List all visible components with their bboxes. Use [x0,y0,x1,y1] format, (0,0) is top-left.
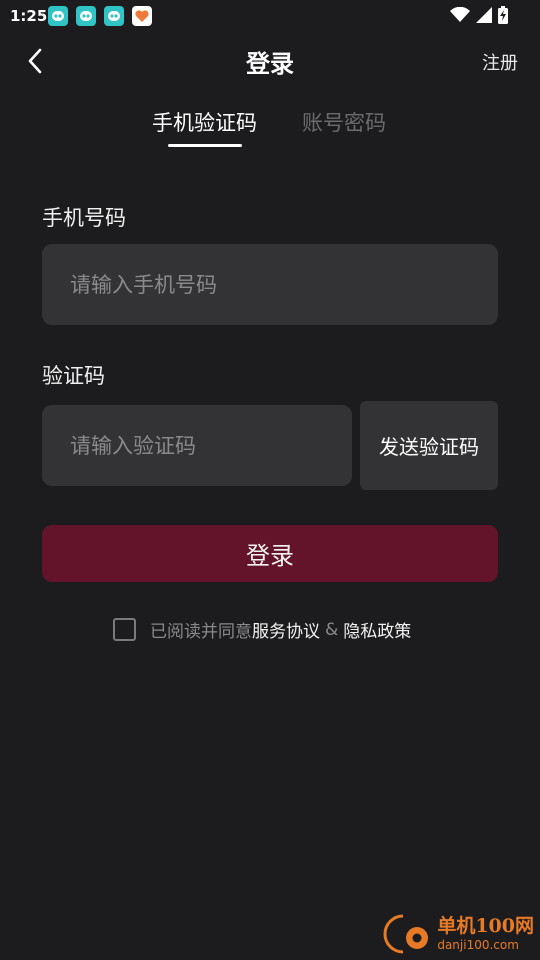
app-notification-icon [48,6,68,26]
agreement-prefix: 已阅读并同意 [150,622,252,642]
phone-label: 手机号码 [42,206,126,230]
heart-app-icon [132,6,152,26]
battery-icon [498,6,508,24]
watermark-logo-icon [381,912,433,956]
app-notification-icon [104,6,124,26]
tab-account-password[interactable]: 账号密码 [302,107,386,137]
watermark-url: danji100.com [437,938,519,952]
status-bar: 1:25 [0,0,540,32]
page-title: 登录 [246,50,294,78]
tab-phone-code[interactable]: 手机验证码 [152,107,257,137]
privacy-policy-link[interactable]: 隐私政策 [343,617,411,642]
agreement-checkbox[interactable] [113,618,136,641]
phone-input[interactable] [42,244,498,325]
send-code-button[interactable]: 发送验证码 [360,401,498,490]
login-button[interactable]: 登录 [42,525,498,582]
register-link[interactable]: 注册 [482,49,518,75]
code-label: 验证码 [42,364,105,388]
agreement-row: 已阅读并同意 服务协议 & 隐私政策 [113,617,411,642]
service-agreement-link[interactable]: 服务协议 [252,617,320,642]
wifi-icon [450,7,470,22]
watermark-name: 单机100网 [437,915,534,937]
app-notification-icon [76,6,96,26]
signal-icon [476,7,492,23]
watermark: 单机100网 danji100.com [381,912,534,956]
code-input[interactable] [42,405,352,486]
active-tab-indicator [168,144,242,147]
agreement-ampersand: & [325,619,339,640]
status-time: 1:25 [10,7,48,25]
system-icons [450,6,508,24]
